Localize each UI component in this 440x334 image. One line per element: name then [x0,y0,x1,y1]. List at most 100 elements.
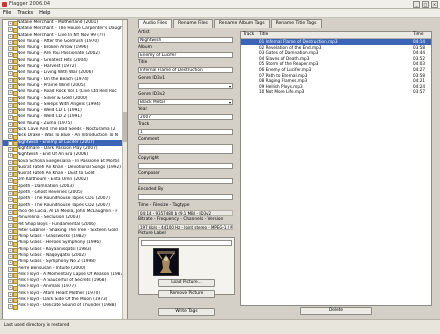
load-picture-button[interactable]: Load Picture... [158,279,215,287]
app-icon [2,1,7,7]
album-field[interactable]: Enemy of Lucifer [138,52,233,58]
tree-item-label: Nusrat Fateh Ali Khan - Dust to Gold [17,171,95,177]
encoded-by-label: Encoded By [138,187,164,192]
genre-v1-select[interactable] [138,83,233,89]
tree-item-label: Philip Glass - Symphony No 2 (1998) [17,259,96,265]
tree-item-label: Opeth - The Roundhouse Tapes CD2 (2007) [17,202,110,208]
header-track[interactable]: Track [243,32,254,38]
menu-help[interactable]: Help [36,10,53,16]
cell-title: 10 Not More Life.mp3 [259,89,305,95]
tree-item-label: Om Kalthoum - Enta Omri (2002) [17,177,89,183]
tree-item-label: Natalie Merchant - Motherland (2001) [17,20,99,25]
menu-tracks[interactable]: Tracks [14,10,36,16]
tree-item-label: Nightwish - End Of An Era (2006) [17,152,89,158]
artist-field[interactable]: Nightwish [138,37,233,43]
tree-item[interactable]: + Pink Floyd - Delicate Sound of Thunder … [3,303,127,310]
tree-item-label: Pierre Bensusan - Intuite (2000) [17,265,86,271]
tree-item-label: Pink Floyd - Dark Side Of the Moon (1973… [17,297,108,303]
tree-item-label: Pink Floyd - A Saucerful of Secrets (196… [17,278,107,284]
tab-audio-files[interactable]: Audio Files [138,19,173,28]
album-label: Album [138,45,152,50]
minimize-icon[interactable]: _ [413,1,420,8]
status-text: Last used directory is restored [4,323,70,328]
menu-file[interactable]: File [0,10,14,16]
year-label: Year [138,107,148,112]
remove-picture-button[interactable]: Remove Picture [158,290,215,298]
picture-label-field[interactable] [141,240,232,246]
tree-item-label: Neil Young - Weld CD 2 (1991) [17,114,82,120]
table-header: Track Title Time [241,32,431,39]
tree-item-label: Panurelina - Seclusion (2003) [17,215,80,221]
tree-item-label: Neil Young - On the Beach (1974) [17,76,89,82]
tree-item-label: Pink Floyd - Atom Heart Mother (1970) [17,290,100,296]
tree-item-label: Pink Floyd - A Momentary Lapse Of Reason… [17,271,125,277]
delete-button[interactable]: Delete [300,307,372,315]
tree-item-label: Opeth - Damnation (2003) [17,183,74,189]
tree-item-label: Neil Young - Harvest (1972) [17,64,77,70]
bitrate-value: 197 kb/s - 44100 Hz - Joint stereo - MPE… [138,224,233,230]
tab-rename-album-tags[interactable]: Rename Album Tags [213,19,270,28]
composer-label: Composer [138,171,160,176]
time-info-label: Time - Filesize - Tagtype [138,203,190,208]
track-label: Track [138,122,150,127]
scroll-thumb[interactable] [123,112,127,142]
genre-v1-label: Genre ID3v1 [138,76,165,81]
tree-item-label: Philip Glass - Naqoyqatsi (2002) [17,252,86,258]
folder-icon [13,304,18,310]
maximize-icon[interactable]: □ [422,1,429,8]
copyright-field[interactable] [138,163,233,169]
bitrate-label: Bitrate - Frequency - Channels - Version [138,217,224,222]
title-field[interactable]: Infernal Flame of Destruction [138,67,233,73]
table-row[interactable]: 10 Not More Life.mp3 03:57 [241,89,431,95]
tab-strip: Audio Files Rename Files Rename Album Ta… [138,19,323,28]
copyright-label: Copyright [138,156,159,161]
tree-item-label: Opeth - The Roundhouse Tapes CD1 (2007) [17,196,110,202]
tree-item-label: Neil Young - Zuma (1975) [17,120,72,126]
tree-item-label: Pet Shop Boys - Fundamental (2006) [17,221,96,227]
write-tags-button[interactable]: Write Tags [158,308,215,316]
year-field[interactable]: 2007 [138,114,233,120]
status-bar: Last used directory is restored [0,319,440,334]
tree-item-label: Neil Young - Are You Passionate (2002) [17,51,100,57]
tree-item-label: Nick Drake - Was To Blue - An Introducti… [17,133,119,139]
tree-item-label: Nova Scholia Exegesiana - In Passione Et… [17,158,120,164]
window-title: Flagger 2006.04 [9,1,51,7]
cell-time: 03:57 [413,89,426,95]
encoded-by-field[interactable] [138,194,233,200]
header-time[interactable]: Time [413,32,424,38]
pane-splitter[interactable] [128,19,132,318]
comment-label: Comment [138,137,160,142]
window-controls: _ □ × [413,1,438,8]
tree-item-label: Neil Young - After the Goldrush (1970) [17,38,99,44]
tree-item-label: Neil Young - Living With War (2006) [17,70,94,76]
tab-rename-title-tags[interactable]: Rename Title Tags [270,19,322,28]
tree-item-label: Neil Young - Silver & Gold (2000) [17,95,88,101]
tree-item-label: Pink Floyd - Animals (1977) [17,284,76,290]
tree-item-label: Paco de Lucia, Al Di Meola, John McLaugh… [17,208,118,214]
tree-item-label: Neil Young - Sleeps With Angels (1994) [17,101,101,107]
artist-label: Artist [138,30,150,35]
tree-item-label: Neil Young - Greatest Hits (2004) [17,57,88,63]
tree-item-label: Nightwish - Enemy of Lucifer (2007) [17,139,95,145]
tree-item-label: Pink Floyd - Delicate Sound of Thunder (… [17,303,117,309]
file-table[interactable]: Track Title Time 01 Infernal Flame of De… [240,31,432,306]
header-title[interactable]: Title [259,32,268,38]
tree-item-label: Neil Young - Road Rock Vol 1 (Live Ltd R… [17,89,117,95]
tree-item-label: Philip Glass - Heroes Symphony (1996) [17,240,101,246]
tree-item-label: Neil Young - Weld CD 1 (1991) [17,108,82,114]
tree-item-label: Natalie Merchant - Live In NY Nov 99 (??… [17,32,106,38]
comment-field[interactable] [138,144,233,154]
tree-item-label: Nusrat Fateh Ali Khan - Devotional Songs… [17,164,121,170]
track-field[interactable]: 1 [138,129,233,135]
genre-v2-label: Genre ID3v2 [138,92,165,97]
tree-item-label: Nightmare - Dark Passion Play (2007) [17,145,98,151]
tree-scrollbar[interactable] [122,20,127,319]
tree-item-label: Philip Glass - Koyaanisqatsi (1983) [17,246,92,252]
time-info-value: 04:14 - 9357480 b (9.1 MB) - ID3v2 [138,210,233,216]
tab-rename-files[interactable]: Rename Files [173,19,213,28]
close-icon[interactable]: × [431,1,438,8]
album-tree[interactable]: + Natalie Merchant - Motherland (2001) + Na… [2,19,128,320]
composer-field[interactable] [138,178,233,184]
genre-v2-select[interactable]: Black Metal [138,99,233,105]
menu-bar: File Tracks Help [0,9,440,18]
